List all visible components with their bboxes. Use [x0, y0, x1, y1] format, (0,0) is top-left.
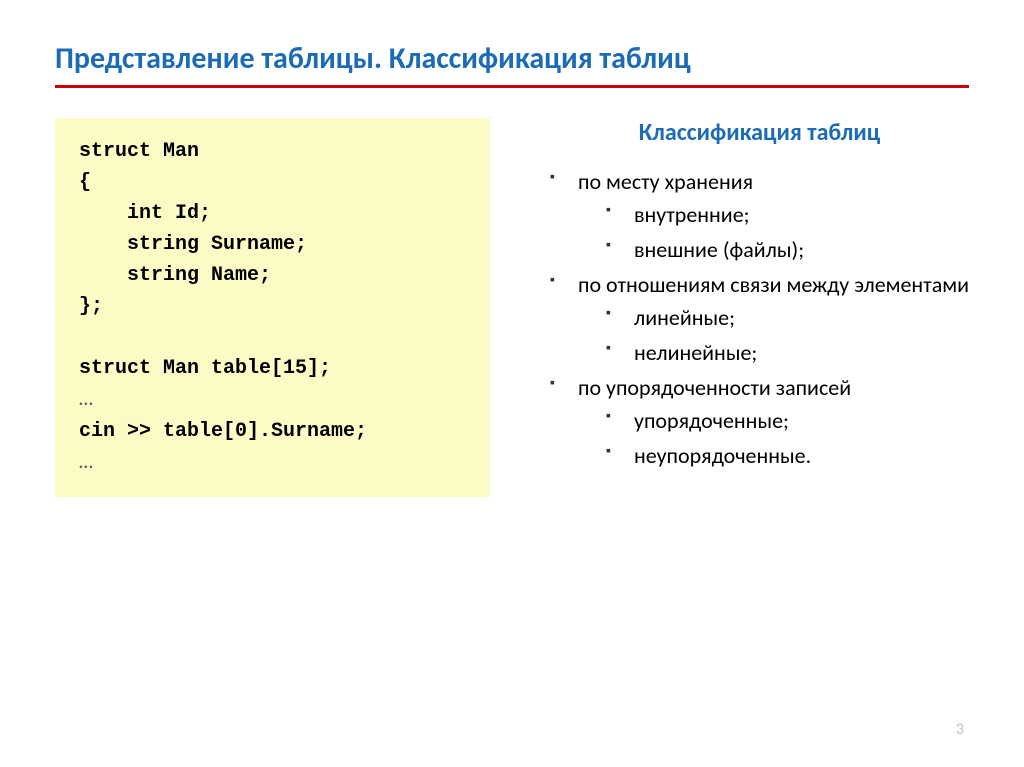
code-line: cin >> table[0].Surname;: [79, 420, 367, 443]
sub-list: внутренние; внешние (файлы);: [578, 198, 969, 266]
list-item: неупорядоченные.: [606, 439, 969, 472]
code-line: {: [79, 171, 91, 194]
list-item: по упорядоченности записей упорядоченные…: [550, 371, 969, 472]
code-line: string Name;: [79, 264, 271, 287]
list-label: линейные;: [634, 304, 735, 331]
bullet-list: по месту хранения внутренние; внешние (ф…: [550, 165, 969, 472]
list-label: внутренние;: [634, 201, 750, 228]
list-label: нелинейные;: [634, 339, 757, 366]
code-line: };: [79, 295, 103, 318]
page-number: 3: [956, 720, 964, 739]
sub-list: линейные; нелинейные;: [578, 301, 969, 369]
list-label: по отношениям связи между элементами: [578, 271, 969, 298]
list-label: по упорядоченности записей: [578, 374, 851, 401]
list-item: упорядоченные;: [606, 404, 969, 437]
list-label: неупорядоченные.: [634, 442, 811, 469]
subtitle: Классификация таблиц: [550, 118, 969, 147]
list-item: по месту хранения внутренние; внешние (ф…: [550, 165, 969, 266]
classification-section: Классификация таблиц по месту хранения в…: [550, 118, 969, 497]
code-line: struct Man: [79, 140, 199, 163]
content-area: struct Man { int Id; string Surname; str…: [55, 118, 969, 497]
list-item: линейные;: [606, 301, 969, 334]
list-item: по отношениям связи между элементами лин…: [550, 268, 969, 369]
code-ellipsis: …: [79, 450, 93, 474]
list-item: внешние (файлы);: [606, 233, 969, 266]
code-line: string Surname;: [79, 233, 307, 256]
list-label: внешние (файлы);: [634, 236, 804, 263]
list-item: внутренние;: [606, 198, 969, 231]
list-label: по месту хранения: [578, 168, 753, 195]
list-item: нелинейные;: [606, 336, 969, 369]
code-line: struct Man table[15];: [79, 357, 331, 380]
code-ellipsis: …: [79, 387, 93, 411]
sub-list: упорядоченные; неупорядоченные.: [578, 404, 969, 472]
slide-title: Представление таблицы. Классификация таб…: [55, 40, 969, 88]
list-label: упорядоченные;: [634, 407, 789, 434]
code-block: struct Man { int Id; string Surname; str…: [55, 118, 490, 497]
code-line: int Id;: [79, 202, 211, 225]
